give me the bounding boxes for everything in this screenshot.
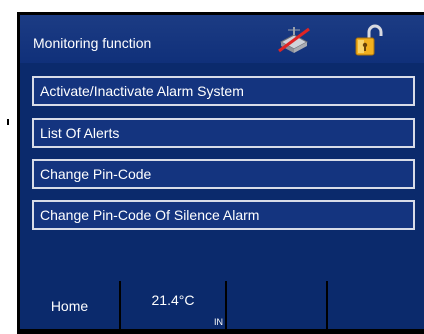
screen: Monitoring function Activate/Inactivate … bbox=[20, 15, 424, 329]
home-label: Home bbox=[50, 298, 89, 314]
change-silence-alarm-pin-button[interactable]: Change Pin-Code Of Silence Alarm bbox=[32, 200, 415, 230]
menu-item-label: Change Pin-Code Of Silence Alarm bbox=[40, 207, 260, 223]
activate-alarm-system-button[interactable]: Activate/Inactivate Alarm System bbox=[32, 76, 415, 106]
home-button[interactable]: Home bbox=[20, 281, 121, 329]
change-pin-code-button[interactable]: Change Pin-Code bbox=[32, 159, 415, 189]
footer-slot-3[interactable] bbox=[227, 281, 328, 329]
footer-slot-4[interactable] bbox=[328, 281, 424, 329]
margin-mark bbox=[7, 119, 9, 125]
header-bar: Monitoring function bbox=[20, 15, 424, 63]
device-bezel: Monitoring function Activate/Inactivate … bbox=[17, 12, 424, 334]
padlock-open-icon[interactable] bbox=[352, 24, 384, 58]
menu-item-label: Change Pin-Code bbox=[40, 166, 152, 182]
footer-bar: Home 21.4°C IN bbox=[20, 281, 424, 329]
temperature-display: 21.4°C IN bbox=[121, 281, 227, 329]
network-disabled-icon[interactable] bbox=[276, 24, 312, 56]
menu-item-label: Activate/Inactivate Alarm System bbox=[40, 83, 244, 99]
menu-item-label: List Of Alerts bbox=[40, 125, 120, 141]
page-title: Monitoring function bbox=[33, 35, 152, 51]
temperature-value: 21.4°C bbox=[151, 292, 195, 308]
temperature-source: IN bbox=[214, 317, 223, 327]
list-of-alerts-button[interactable]: List Of Alerts bbox=[32, 118, 415, 148]
